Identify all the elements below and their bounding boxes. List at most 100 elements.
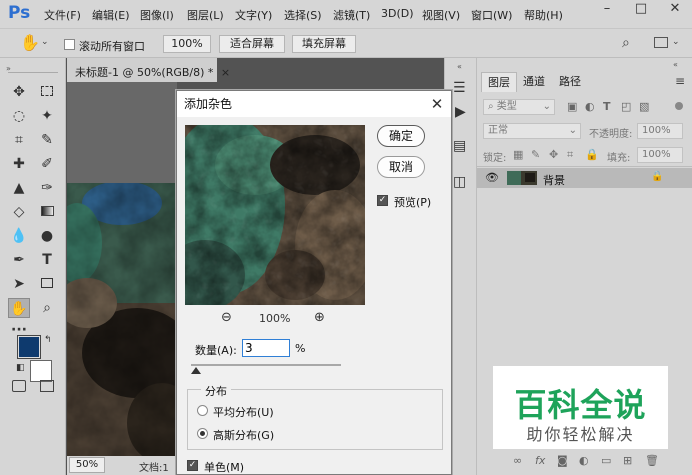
zoom-in-icon[interactable]: ⊕ — [314, 310, 325, 325]
path-selection-tool-icon[interactable]: ➤ — [8, 274, 30, 294]
uniform-radio[interactable] — [197, 405, 208, 416]
ok-button[interactable]: 确定 — [377, 125, 425, 147]
workspace-icon[interactable] — [654, 37, 668, 48]
filter-preview[interactable] — [185, 125, 365, 305]
adjustments-panel-icon[interactable]: ◫ — [453, 174, 466, 190]
menu-3d[interactable]: 3D(D) — [381, 7, 414, 20]
healing-brush-tool-icon[interactable]: ✚ — [8, 154, 30, 174]
quick-mask-icon[interactable] — [12, 380, 26, 392]
smart-object-filter-icon[interactable]: ▧ — [639, 100, 649, 113]
close-window-button[interactable]: ✕ — [660, 0, 690, 20]
history-brush-tool-icon[interactable]: ✑ — [36, 178, 58, 198]
add-mask-icon[interactable]: ◙ — [557, 454, 568, 467]
foreground-color-swatch[interactable] — [17, 335, 41, 359]
layer-style-icon[interactable]: fx — [535, 454, 545, 467]
layer-row[interactable]: 👁 背景 🔒 — [477, 168, 692, 188]
collapse-icon[interactable]: « — [457, 62, 462, 71]
fill-field[interactable]: 100% — [637, 147, 683, 163]
menu-layer[interactable]: 图层(L) — [187, 7, 224, 23]
pen-tool-icon[interactable]: ✒ — [8, 250, 30, 270]
document-tab-title: 未标题-1 @ 50%(RGB/8) * — [75, 66, 214, 79]
eye-icon[interactable]: 👁 — [485, 171, 499, 184]
zoom-out-icon[interactable]: ⊖ — [221, 310, 232, 325]
background-color-swatch[interactable] — [30, 360, 52, 382]
fill-screen-button[interactable]: 填充屏幕 — [292, 35, 356, 53]
properties-panel-icon[interactable]: ▤ — [453, 138, 466, 154]
filter-toggle-icon[interactable] — [675, 102, 683, 110]
menu-type[interactable]: 文字(Y) — [235, 7, 272, 23]
panel-menu-icon[interactable]: ≡ — [675, 74, 685, 88]
fit-screen-button[interactable]: 适合屏幕 — [219, 35, 285, 53]
close-tab-icon[interactable]: × — [221, 66, 230, 79]
blend-mode-select[interactable]: 正常 ⌄ — [483, 123, 581, 139]
default-colors-icon[interactable]: ◧ — [16, 363, 25, 373]
eyedropper-tool-icon[interactable]: ✎ — [36, 130, 58, 150]
menu-view[interactable]: 视图(V) — [422, 7, 460, 23]
tab-layers[interactable]: 图层 — [481, 72, 517, 92]
amount-slider-track[interactable] — [191, 364, 341, 366]
lock-all-icon[interactable]: 🔒 — [585, 148, 599, 161]
menu-help[interactable]: 帮助(H) — [524, 7, 563, 23]
move-tool-icon[interactable]: ✥ — [8, 82, 30, 102]
gradient-tool-icon[interactable] — [36, 202, 58, 222]
delete-layer-icon[interactable]: 🗑 — [645, 454, 659, 467]
amount-input[interactable]: 3 — [242, 339, 290, 357]
new-group-icon[interactable]: ▭ — [601, 454, 611, 467]
chevron-down-icon[interactable]: ⌄ — [41, 37, 49, 47]
menu-select[interactable]: 选择(S) — [284, 7, 322, 23]
menu-image[interactable]: 图像(I) — [140, 7, 174, 23]
zoom-field[interactable]: 50% — [69, 457, 105, 473]
screen-mode-icon[interactable] — [40, 380, 54, 392]
shape-filter-icon[interactable]: ◰ — [621, 100, 631, 113]
blur-tool-icon[interactable]: 💧 — [8, 226, 30, 246]
lock-transparent-icon[interactable]: ▦ — [513, 148, 523, 161]
history-panel-icon[interactable]: ☰ — [453, 80, 466, 96]
preview-checkbox[interactable]: ✓ — [377, 195, 388, 206]
document-tab[interactable]: 未标题-1 @ 50%(RGB/8) * × — [67, 58, 230, 82]
search-icon[interactable]: ⌕ — [622, 35, 630, 51]
maximize-button[interactable]: □ — [626, 0, 656, 20]
adjustment-filter-icon[interactable]: ◐ — [585, 100, 595, 113]
actions-play-icon[interactable]: ▶ — [455, 104, 466, 120]
cancel-button[interactable]: 取消 — [377, 156, 425, 178]
lasso-tool-icon[interactable]: ◌ — [8, 106, 30, 126]
gaussian-radio[interactable] — [197, 428, 208, 439]
opacity-field[interactable]: 100% — [637, 123, 683, 139]
kind-filter-select[interactable]: ⌕ 类型 ⌄ — [483, 99, 555, 115]
minimize-button[interactable]: – — [592, 0, 622, 20]
type-filter-icon[interactable]: T — [603, 100, 611, 113]
crop-tool-icon[interactable]: ⌗ — [8, 130, 30, 150]
scroll-all-windows-checkbox[interactable] — [64, 39, 75, 50]
hand-tool-icon[interactable]: ✋ — [20, 33, 40, 52]
tab-channels[interactable]: 通道 — [517, 72, 551, 92]
lock-artboard-icon[interactable]: ⌗ — [567, 148, 573, 162]
type-tool-icon[interactable]: T — [36, 250, 58, 270]
link-layers-icon[interactable]: ∞ — [513, 454, 522, 467]
magic-wand-tool-icon[interactable]: ✦ — [36, 106, 58, 126]
menu-file[interactable]: 文件(F) — [44, 7, 81, 23]
clone-stamp-tool-icon[interactable]: ▲ — [8, 178, 30, 198]
hand-tool-icon[interactable]: ✋ — [8, 298, 30, 318]
tab-paths[interactable]: 路径 — [553, 72, 587, 92]
brush-tool-icon[interactable]: ✐ — [36, 154, 58, 174]
dodge-tool-icon[interactable]: ● — [36, 226, 58, 246]
zoom-100-button[interactable]: 100% — [163, 35, 211, 53]
new-layer-icon[interactable]: ⊞ — [623, 454, 632, 467]
menu-window[interactable]: 窗口(W) — [471, 7, 512, 23]
lock-position-icon[interactable]: ✥ — [549, 148, 558, 161]
menu-edit[interactable]: 编辑(E) — [92, 7, 130, 23]
adjustment-layer-icon[interactable]: ◐ — [579, 454, 589, 467]
eraser-tool-icon[interactable]: ◇ — [8, 202, 30, 222]
amount-slider-thumb[interactable] — [191, 367, 201, 374]
marquee-tool-icon[interactable] — [36, 82, 58, 102]
swap-colors-icon[interactable]: ↰ — [44, 335, 52, 345]
chevron-down-icon[interactable]: ⌄ — [672, 37, 680, 47]
menu-filter[interactable]: 滤镜(T) — [333, 7, 370, 23]
monochromatic-checkbox[interactable]: ✓ — [187, 460, 198, 471]
lock-image-icon[interactable]: ✎ — [531, 148, 540, 161]
zoom-tool-icon[interactable]: ⌕ — [36, 298, 58, 318]
close-dialog-icon[interactable]: ✕ — [429, 91, 445, 117]
collapse-icon[interactable]: « — [673, 60, 678, 69]
pixel-filter-icon[interactable]: ▣ — [567, 100, 577, 113]
rectangle-tool-icon[interactable] — [36, 274, 58, 294]
